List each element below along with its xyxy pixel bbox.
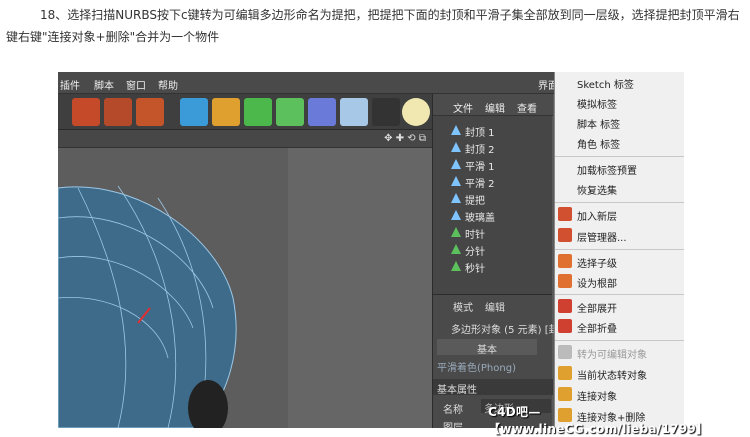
group-icon: [451, 261, 461, 271]
menu-item-select-children[interactable]: 选择子级: [577, 255, 617, 270]
nurbs-icon[interactable]: [244, 98, 272, 126]
collapse-all-icon: [558, 319, 572, 333]
group-icon: [451, 244, 461, 254]
menu-item-sketch-tag[interactable]: Sketch 标签: [577, 76, 634, 91]
polygon-icon: [451, 159, 461, 169]
menu-item-connect-objects[interactable]: 连接对象: [577, 388, 617, 403]
object-row[interactable]: 秒针: [433, 258, 553, 275]
polygon-icon: [451, 142, 461, 152]
render-settings-icon[interactable]: [136, 98, 164, 126]
object-row[interactable]: 时针: [433, 224, 553, 241]
object-row[interactable]: 分针: [433, 241, 553, 258]
cube-icon[interactable]: [180, 98, 208, 126]
layer-add-icon: [558, 207, 572, 221]
floor-icon[interactable]: [340, 98, 368, 126]
menu-item-character-tag[interactable]: 角色 标签: [577, 136, 620, 151]
menu-item-add-layer[interactable]: 加入新层: [577, 208, 617, 223]
tab-view[interactable]: 查看: [517, 100, 537, 115]
menu-plugins[interactable]: 插件: [60, 77, 80, 92]
spline-icon[interactable]: [212, 98, 240, 126]
polygon-icon: [451, 193, 461, 203]
menu-item-script-tag[interactable]: 脚本 标签: [577, 116, 620, 131]
camera-icon[interactable]: [372, 98, 400, 126]
menu-item-layer-manager[interactable]: 层管理器...: [577, 229, 627, 244]
viewport-header: ✥ ✚ ⟲ ⧉: [58, 130, 432, 148]
attr-object-title: 多边形对象 (5 元素) [封: [451, 325, 559, 336]
make-editable-icon: [558, 345, 572, 359]
render-picture-icon[interactable]: [104, 98, 132, 126]
object-row[interactable]: 平滑 2: [433, 173, 553, 190]
viewport-nav-icon[interactable]: ✥ ✚ ⟲ ⧉: [384, 133, 426, 144]
polygon-icon: [451, 125, 461, 135]
object-row[interactable]: 玻璃盖: [433, 207, 553, 224]
handle-mesh-icon: [58, 148, 432, 428]
menu-item-expand-all[interactable]: 全部展开: [577, 300, 617, 315]
tab-edit[interactable]: 编辑: [485, 100, 505, 115]
menu-separator: [555, 202, 684, 203]
select-children-icon: [558, 254, 572, 268]
object-manager: 文件 编辑 查看 封顶 1 封顶 2 平滑 1 平滑 2 提把 玻璃盖 时针 分…: [432, 94, 553, 294]
toolbar: [58, 94, 432, 130]
object-row[interactable]: 封顶 2: [433, 139, 553, 156]
instruction-caption: 18、选择扫描NURBS按下c键转为可编辑多边形命名为提把，把提把下面的封顶和平…: [0, 4, 750, 48]
attr-tab-mode[interactable]: 模式: [453, 299, 473, 314]
context-menu: Sketch 标签 模拟标签 脚本 标签 角色 标签 加载标签预置 恢复选集 加…: [554, 72, 684, 428]
attr-name-label: 名称: [443, 405, 463, 416]
object-row[interactable]: 平滑 1: [433, 156, 553, 173]
attr-tab-basic[interactable]: 基本: [437, 339, 537, 356]
expand-all-icon: [558, 299, 572, 313]
menu-item-load-tag-preset[interactable]: 加载标签预置: [577, 162, 637, 177]
attr-section-title: 基本属性: [433, 379, 553, 396]
menu-separator: [555, 340, 684, 341]
attr-layer-label: 图层: [443, 419, 463, 428]
layer-manager-icon: [558, 228, 572, 242]
attr-tab-edit[interactable]: 编辑: [485, 299, 505, 314]
light-icon[interactable]: [402, 98, 430, 126]
group-icon: [451, 227, 461, 237]
menu-help[interactable]: 帮助: [158, 77, 178, 92]
set-root-icon: [558, 274, 572, 288]
menu-item-current-state-to-object[interactable]: 当前状态转对象: [577, 367, 647, 382]
attr-tab-phong[interactable]: 平滑着色(Phong): [437, 359, 516, 374]
c4d-screenshot: 插件 脚本 窗口 帮助 界面 ✥ ✚ ⟲ ⧉ 文件 编辑 查看 封顶 1 封顶 …: [58, 72, 684, 428]
object-row[interactable]: 提把: [433, 190, 553, 207]
deformer-icon[interactable]: [308, 98, 336, 126]
current-state-icon: [558, 366, 572, 380]
viewport[interactable]: ✥ ✚ ⟲ ⧉: [58, 130, 432, 428]
menu-item-restore-selection[interactable]: 恢复选集: [577, 182, 617, 197]
connect-objects-icon: [558, 387, 572, 401]
menu-item-simulation-tag[interactable]: 模拟标签: [577, 96, 617, 111]
object-manager-tabs: 文件 编辑 查看: [433, 94, 553, 116]
polygon-icon: [451, 176, 461, 186]
menu-window[interactable]: 窗口: [126, 77, 146, 92]
menu-separator: [555, 249, 684, 250]
menu-item-set-root[interactable]: 设为根部: [577, 275, 617, 290]
menu-item-make-editable: 转为可编辑对象: [577, 350, 647, 361]
menu-separator: [555, 294, 684, 295]
array-icon[interactable]: [276, 98, 304, 126]
menu-script[interactable]: 脚本: [94, 77, 114, 92]
menu-separator: [555, 156, 684, 157]
menu-item-collapse-all[interactable]: 全部折叠: [577, 320, 617, 335]
object-row[interactable]: 封顶 1: [433, 122, 553, 139]
caption-text: 18、选择扫描NURBS按下c键转为可编辑多边形命名为提把，把提把下面的封顶和平…: [6, 8, 740, 44]
watermark: C4D吧—【www.lineCG.com/lieba/1799】: [488, 405, 709, 436]
polygon-icon: [451, 210, 461, 220]
tab-file[interactable]: 文件: [453, 100, 473, 115]
render-view-icon[interactable]: [72, 98, 100, 126]
